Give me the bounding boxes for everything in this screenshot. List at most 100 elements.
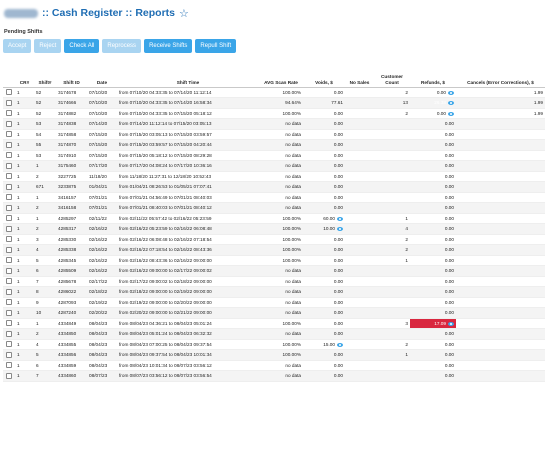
row-checkbox[interactable] bbox=[6, 320, 12, 327]
row-checkbox[interactable] bbox=[6, 372, 12, 379]
row-checkbox[interactable] bbox=[6, 120, 12, 127]
row-checkbox[interactable] bbox=[6, 89, 12, 96]
row-checkbox[interactable] bbox=[6, 225, 12, 232]
shift-cell: 53 bbox=[36, 121, 42, 127]
table-row[interactable]: 1 2 4334850 08/04/23 from 08/04/23 05:01:24 … bbox=[3, 328, 545, 340]
table-row[interactable]: 1 1 3416157 07/01/21 from 07/01/21 04:56:49 … bbox=[3, 192, 545, 203]
date-cell: 02/18/22 bbox=[89, 289, 108, 295]
view-eye-icon[interactable] bbox=[337, 342, 343, 347]
table-row[interactable]: 1 4 4334855 08/04/23 from 08/04/23 07:00:25 … bbox=[3, 339, 545, 350]
table-row[interactable]: 1 54 3174858 07/15/20 from 07/15/20 03:05:13… bbox=[3, 129, 545, 140]
scan-rate-cell: 100.00% bbox=[282, 226, 301, 232]
view-eye-icon[interactable] bbox=[448, 321, 454, 326]
table-row[interactable]: 1 9 4287093 02/19/22 from 02/19/22 09:00:00 … bbox=[3, 297, 545, 308]
table-row[interactable]: 1 5 4334856 08/04/23 from 08/04/23 09:37:54 … bbox=[3, 349, 545, 361]
row-checkbox[interactable] bbox=[6, 362, 12, 369]
row-checkbox[interactable] bbox=[6, 110, 12, 117]
customer-count-cell: 2 bbox=[405, 110, 408, 116]
row-checkbox[interactable] bbox=[6, 351, 12, 358]
customer-count-cell: 1 bbox=[405, 352, 408, 358]
row-checkbox[interactable] bbox=[6, 278, 12, 285]
row-checkbox[interactable] bbox=[6, 162, 12, 169]
cr-cell: 1 bbox=[17, 320, 20, 326]
scan-rate-cell: no data bbox=[285, 163, 301, 169]
table-row[interactable]: 1 53 3174838 07/14/20 from 07/14/20 11:12:14… bbox=[3, 118, 545, 130]
table-row[interactable]: 1 1 4285297 02/11/22 from 02/11/22 05:57:42 … bbox=[3, 213, 545, 224]
table-row[interactable]: 1 2 3416158 07/01/21 from 07/01/21 08:40:03 … bbox=[3, 202, 545, 214]
table-row[interactable]: 1 671 3233875 01/04/21 from 01/04/21 08:26:5… bbox=[3, 181, 545, 193]
row-checkbox[interactable] bbox=[6, 215, 12, 222]
voids-cell: 0.00 bbox=[333, 163, 343, 169]
date-cell: 02/16/22 bbox=[89, 236, 108, 242]
shift-id-cell: 3416158 bbox=[58, 205, 77, 211]
table-row[interactable]: 1 10 4287240 02/20/22 from 02/20/22 09:00:00… bbox=[3, 307, 545, 319]
shift-time-cell: from 07/15/20 05:18:12 to 07/15/20 08:29… bbox=[119, 152, 212, 158]
favorite-star-icon[interactable]: ☆ bbox=[179, 7, 189, 20]
table-row[interactable]: 1 5 4285345 02/16/22 from 02/16/22 08:43:36 … bbox=[3, 255, 545, 266]
row-checkbox[interactable] bbox=[6, 257, 12, 264]
row-checkbox[interactable] bbox=[6, 299, 12, 306]
row-checkbox[interactable] bbox=[6, 204, 12, 211]
row-checkbox[interactable] bbox=[6, 194, 12, 201]
table-row[interactable]: 1 1 3175460 07/17/20 from 07/17/20 04:08:24 … bbox=[3, 160, 545, 172]
table-row[interactable]: 1 7 4334860 08/07/23 from 08/07/23 03:56:12 … bbox=[3, 370, 545, 382]
table-row[interactable]: 1 6 4285509 02/16/22 from 02/16/22 09:00:00 … bbox=[3, 265, 545, 277]
row-checkbox[interactable] bbox=[6, 267, 12, 274]
scan-rate-cell: no data bbox=[285, 310, 301, 316]
table-row[interactable]: 1 52 3174666 07/10/20 from 07/10/20 04:33:35… bbox=[3, 97, 545, 109]
row-checkbox[interactable] bbox=[6, 309, 12, 316]
reprocess-button[interactable]: Reprocess bbox=[102, 39, 142, 53]
view-eye-icon[interactable] bbox=[337, 227, 343, 232]
table-row[interactable]: 1 2 3227725 11/18/20 from 11/18/20 11:27:31 … bbox=[3, 171, 545, 182]
table-row[interactable]: 1 52 3174678 07/10/20 from 07/10/20 04:33:35… bbox=[3, 87, 545, 98]
receive-shifts-button[interactable]: Receive Shifts bbox=[144, 39, 193, 53]
reject-button[interactable]: Reject bbox=[34, 39, 62, 53]
shift-cell: 1 bbox=[36, 163, 39, 169]
view-eye-icon[interactable] bbox=[448, 90, 454, 95]
row-checkbox[interactable] bbox=[6, 183, 12, 190]
shift-cell: 2 bbox=[36, 226, 39, 232]
view-eye-icon[interactable] bbox=[448, 111, 454, 116]
row-checkbox[interactable] bbox=[6, 173, 12, 180]
row-checkbox[interactable] bbox=[6, 131, 12, 138]
accept-button[interactable]: Accept bbox=[3, 39, 32, 53]
table-row[interactable]: 1 55 3174870 07/15/20 from 07/15/20 03:59:57… bbox=[3, 139, 545, 151]
table-row[interactable]: 1 4 4285338 02/16/22 from 02/16/22 07:18:54 … bbox=[3, 244, 545, 256]
shift-cell: 2 bbox=[36, 331, 39, 337]
row-checkbox[interactable] bbox=[6, 330, 12, 337]
row-checkbox[interactable] bbox=[6, 236, 12, 243]
table-row[interactable]: 1 3 4285330 02/16/22 from 02/16/22 06:08:48 … bbox=[3, 234, 545, 245]
shift-cell: 7 bbox=[36, 373, 39, 379]
shift-time-cell: from 02/18/22 09:00:00 to 02/19/22 09:00… bbox=[119, 289, 212, 295]
table-row[interactable]: 1 1 4334849 08/04/23 from 08/04/23 04:36:21 … bbox=[3, 318, 545, 329]
shift-cell: 5 bbox=[36, 257, 39, 263]
voids-cell: 0.00 bbox=[333, 121, 343, 127]
row-checkbox[interactable] bbox=[6, 152, 12, 159]
voids-cell: 77.61 bbox=[331, 100, 343, 106]
scan-rate-cell: no data bbox=[285, 131, 301, 137]
shift-cell: 1 bbox=[36, 215, 39, 221]
table-row[interactable]: 1 7 4285678 02/17/22 from 02/17/22 09:00:02 … bbox=[3, 276, 545, 287]
table-row[interactable]: 1 2 4285317 02/16/22 from 02/16/22 05:23:59 … bbox=[3, 223, 545, 235]
row-checkbox[interactable] bbox=[6, 141, 12, 148]
cr-cell: 1 bbox=[17, 194, 20, 200]
date-cell: 08/07/23 bbox=[89, 373, 108, 379]
view-eye-icon[interactable] bbox=[448, 101, 454, 106]
repull-shift-button[interactable]: Repull Shift bbox=[195, 39, 237, 53]
row-checkbox[interactable] bbox=[6, 246, 12, 253]
date-cell: 08/04/23 bbox=[89, 362, 108, 368]
scan-rate-cell: 100.00% bbox=[282, 215, 301, 221]
refunds-cell: 0.00 bbox=[436, 89, 446, 95]
table-row[interactable]: 1 52 3174882 07/10/20 from 07/10/20 04:33:35… bbox=[3, 108, 545, 119]
row-checkbox[interactable] bbox=[6, 341, 12, 348]
view-eye-icon[interactable] bbox=[337, 216, 343, 221]
check-all-button[interactable]: Check All bbox=[64, 39, 100, 53]
shift-id-cell: 4334849 bbox=[58, 320, 77, 326]
row-checkbox[interactable] bbox=[6, 288, 12, 295]
date-cell: 07/10/20 bbox=[89, 100, 108, 106]
table-row[interactable]: 1 8 4286022 02/18/22 from 02/18/22 09:00:00 … bbox=[3, 286, 545, 298]
cr-cell: 1 bbox=[17, 131, 20, 137]
table-row[interactable]: 1 6 4334859 08/04/23 from 08/04/23 10:01:34 … bbox=[3, 360, 545, 371]
table-row[interactable]: 1 53 3174910 07/15/20 from 07/15/20 05:18:12… bbox=[3, 150, 545, 161]
row-checkbox[interactable] bbox=[6, 99, 12, 106]
